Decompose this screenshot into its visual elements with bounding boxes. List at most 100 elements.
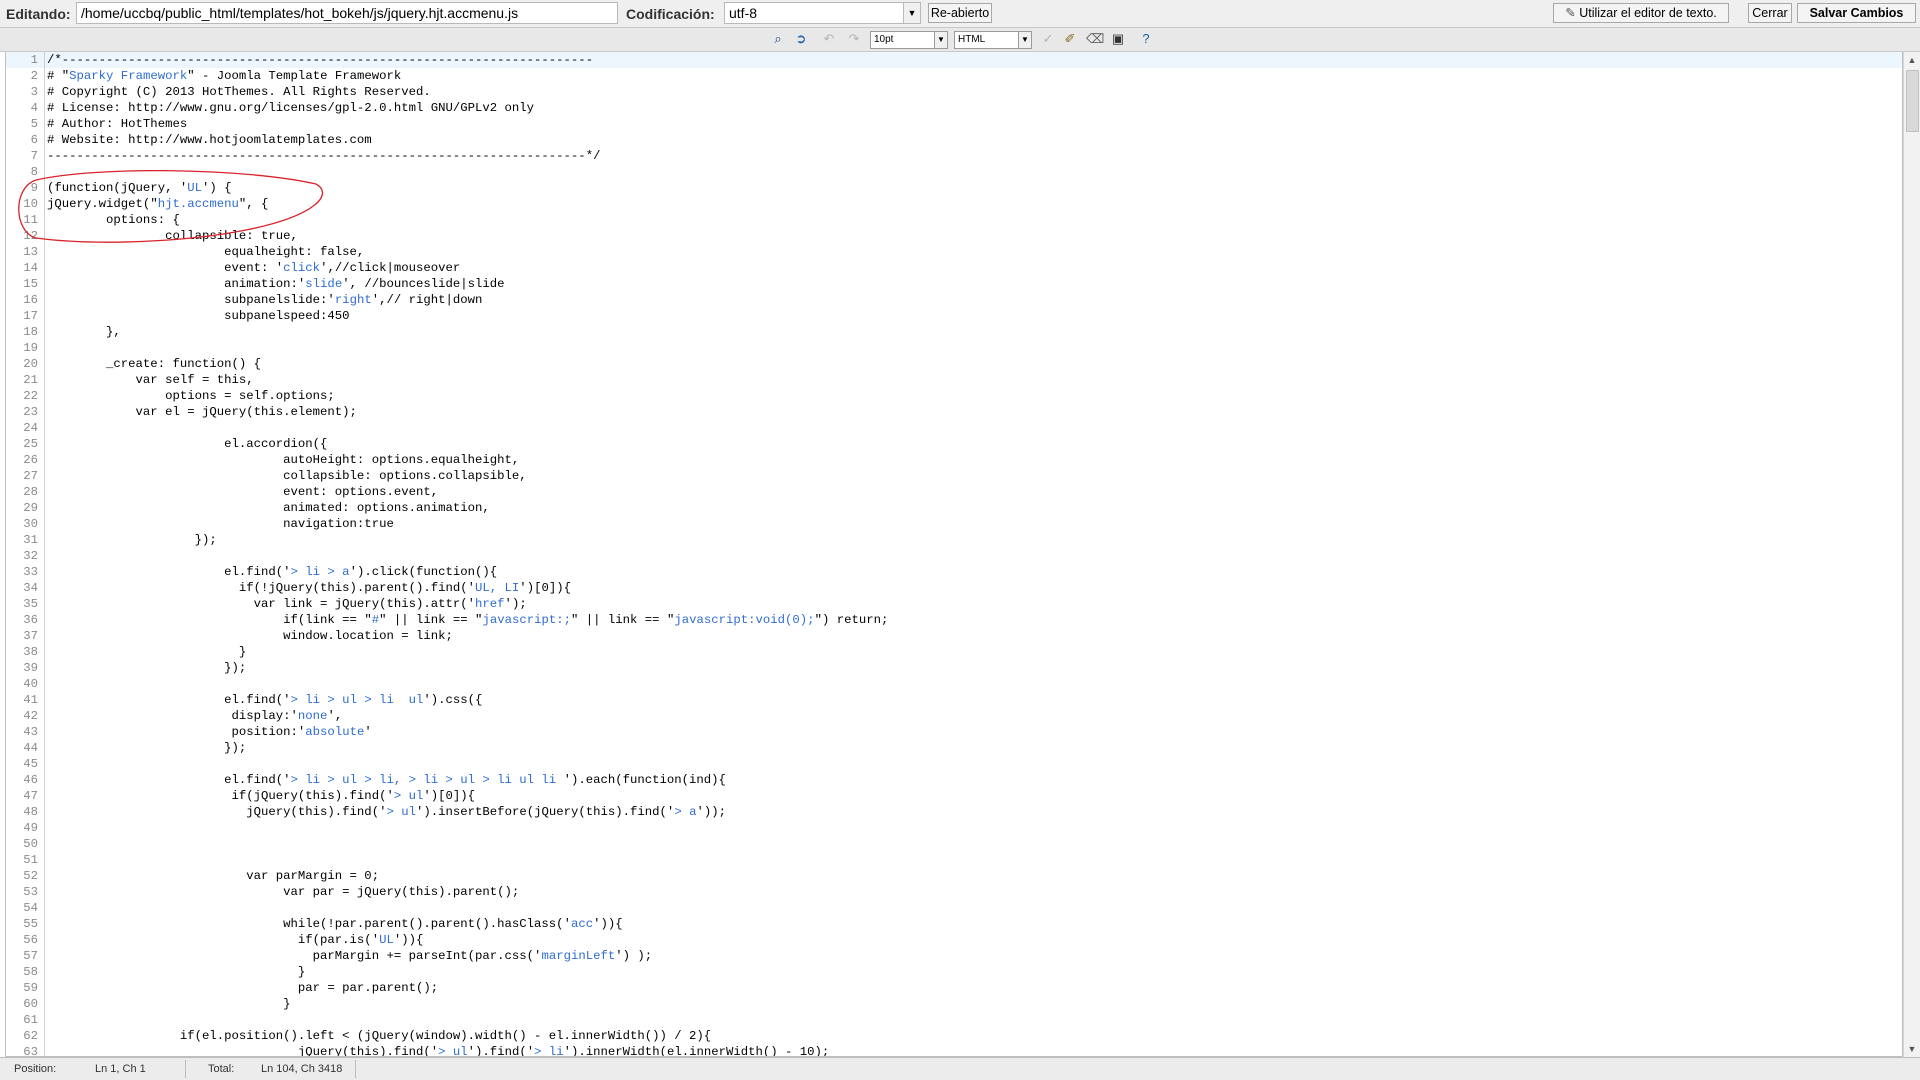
goto-line-icon[interactable]: ➲: [793, 31, 809, 47]
code-line[interactable]: 13 equalheight: false,: [6, 244, 1902, 260]
code-line[interactable]: 24: [6, 420, 1902, 436]
close-button[interactable]: Cerrar: [1748, 3, 1792, 23]
code-line[interactable]: 43 position:'absolute': [6, 724, 1902, 740]
code-line[interactable]: 56 if(par.is('UL')){: [6, 932, 1902, 948]
scrollbar-thumb[interactable]: [1906, 70, 1919, 132]
code-line[interactable]: 18 },: [6, 324, 1902, 340]
eraser-icon[interactable]: ⌫: [1086, 31, 1104, 47]
code-line[interactable]: 44 });: [6, 740, 1902, 756]
code-line[interactable]: 55 while(!par.parent().parent().hasClass…: [6, 916, 1902, 932]
line-number: 10: [23, 197, 38, 211]
code-text: var parMargin = 0;: [47, 869, 380, 883]
code-line[interactable]: 10 jQuery.widget("hjt.accmenu", {: [6, 196, 1902, 212]
line-number: 63: [23, 1045, 38, 1057]
code-line[interactable]: 21 var self = this,: [6, 372, 1902, 388]
code-line[interactable]: 22 options = self.options;: [6, 388, 1902, 404]
code-text: # Author: HotThemes: [47, 117, 188, 131]
line-number: 25: [23, 437, 38, 451]
line-number: 13: [23, 245, 38, 259]
code-line[interactable]: 37 window.location = link;: [6, 628, 1902, 644]
code-line[interactable]: 61: [6, 1012, 1902, 1028]
code-line[interactable]: 14 event: 'click',//click|mouseover: [6, 260, 1902, 276]
code-line[interactable]: 35 var link = jQuery(this).attr('href');: [6, 596, 1902, 612]
undo-icon[interactable]: ↶: [821, 31, 837, 47]
highlight-icon[interactable]: ✓: [1040, 31, 1056, 47]
encoding-select[interactable]: utf-8 ▼: [724, 2, 921, 24]
code-line[interactable]: 51: [6, 852, 1902, 868]
font-size-select[interactable]: 10pt ▼: [870, 31, 948, 49]
vertical-scrollbar[interactable]: ▲ ▼: [1903, 52, 1920, 1057]
syntax-select[interactable]: HTML ▼: [954, 31, 1032, 49]
code-line[interactable]: 34 if(!jQuery(this).parent().find('UL, L…: [6, 580, 1902, 596]
code-line[interactable]: 20 _create: function() {: [6, 356, 1902, 372]
line-number: 45: [23, 757, 38, 771]
save-changes-button[interactable]: Salvar Cambios: [1797, 3, 1916, 23]
code-line[interactable]: 8: [6, 164, 1902, 180]
code-line[interactable]: 27 collapsible: options.collapsible,: [6, 468, 1902, 484]
code-line[interactable]: 5 # Author: HotThemes: [6, 116, 1902, 132]
scroll-down-icon[interactable]: ▼: [1904, 1041, 1920, 1057]
code-line[interactable]: 36 if(link == "#" || link == "javascript…: [6, 612, 1902, 628]
code-line[interactable]: 4 # License: http://www.gnu.org/licenses/…: [6, 100, 1902, 116]
code-line[interactable]: 41 el.find('> li > ul > li ul').css({: [6, 692, 1902, 708]
code-line[interactable]: 1 /*-------------------------------------…: [6, 52, 1902, 68]
code-line[interactable]: 45: [6, 756, 1902, 772]
format-brush-icon[interactable]: ✐: [1062, 31, 1078, 47]
reopen-button[interactable]: Re-abierto: [928, 3, 992, 23]
redo-icon[interactable]: ↷: [846, 31, 862, 47]
fullscreen-icon[interactable]: ▣: [1110, 31, 1126, 47]
code-line[interactable]: 50: [6, 836, 1902, 852]
code-line[interactable]: 11 options: {: [6, 212, 1902, 228]
code-line[interactable]: 57 parMargin += parseInt(par.css('margin…: [6, 948, 1902, 964]
file-path-field[interactable]: /home/uccbq/public_html/templates/hot_bo…: [76, 2, 618, 24]
code-line[interactable]: 49: [6, 820, 1902, 836]
code-line[interactable]: 25 el.accordion({: [6, 436, 1902, 452]
code-line[interactable]: 28 event: options.event,: [6, 484, 1902, 500]
help-icon[interactable]: ?: [1138, 31, 1154, 47]
code-line[interactable]: 42 display:'none',: [6, 708, 1902, 724]
code-line[interactable]: 15 animation:'slide', //bounceslide|slid…: [6, 276, 1902, 292]
code-line[interactable]: 17 subpanelspeed:450: [6, 308, 1902, 324]
code-line[interactable]: 53 var par = jQuery(this).parent();: [6, 884, 1902, 900]
code-line[interactable]: 63 jQuery(this).find('> ul').find('> li'…: [6, 1044, 1902, 1057]
code-line[interactable]: 33 el.find('> li > a').click(function(){: [6, 564, 1902, 580]
code-line[interactable]: 7 ---------------------------------------…: [6, 148, 1902, 164]
code-line[interactable]: 62 if(el.position().left < (jQuery(windo…: [6, 1028, 1902, 1044]
line-number: 29: [23, 501, 38, 515]
code-editor[interactable]: 1 /*-------------------------------------…: [5, 52, 1903, 1057]
code-line[interactable]: 23 var el = jQuery(this.element);: [6, 404, 1902, 420]
code-line[interactable]: 52 var parMargin = 0;: [6, 868, 1902, 884]
code-line[interactable]: 59 par = par.parent();: [6, 980, 1902, 996]
code-line[interactable]: 30 navigation:true: [6, 516, 1902, 532]
code-line[interactable]: 26 autoHeight: options.equalheight,: [6, 452, 1902, 468]
line-number: 51: [23, 853, 38, 867]
code-line[interactable]: 2 # "Sparky Framework" - Joomla Template …: [6, 68, 1902, 84]
code-line[interactable]: 29 animated: options.animation,: [6, 500, 1902, 516]
code-line[interactable]: 46 el.find('> li > ul > li, > li > ul > …: [6, 772, 1902, 788]
code-line[interactable]: 32: [6, 548, 1902, 564]
code-line[interactable]: 48 jQuery(this).find('> ul').insertBefor…: [6, 804, 1902, 820]
code-line[interactable]: 60 }: [6, 996, 1902, 1012]
code-line[interactable]: 6 # Website: http://www.hotjoomlatemplate…: [6, 132, 1902, 148]
code-line[interactable]: 54: [6, 900, 1902, 916]
line-number: 52: [23, 869, 38, 883]
code-line[interactable]: 58 }: [6, 964, 1902, 980]
scroll-up-icon[interactable]: ▲: [1904, 52, 1920, 68]
code-line[interactable]: 39 });: [6, 660, 1902, 676]
binoculars-search-icon[interactable]: ⌕: [770, 31, 786, 47]
code-line[interactable]: 31 });: [6, 532, 1902, 548]
code-line[interactable]: 9 (function(jQuery, 'UL') {: [6, 180, 1902, 196]
code-line[interactable]: 3 # Copyright (C) 2013 HotThemes. All Rig…: [6, 84, 1902, 100]
code-line[interactable]: 12 collapsible: true,: [6, 228, 1902, 244]
code-line[interactable]: 40: [6, 676, 1902, 692]
editing-label: Editando:: [6, 6, 71, 22]
code-line[interactable]: 38 }: [6, 644, 1902, 660]
line-number: 33: [23, 565, 38, 579]
use-text-editor-button[interactable]: ✎ Utilizar el editor de texto.: [1553, 3, 1729, 23]
code-line[interactable]: 47 if(jQuery(this).find('> ul')[0]){: [6, 788, 1902, 804]
code-line[interactable]: 19: [6, 340, 1902, 356]
code-line[interactable]: 16 subpanelslide:'right',// right|down: [6, 292, 1902, 308]
